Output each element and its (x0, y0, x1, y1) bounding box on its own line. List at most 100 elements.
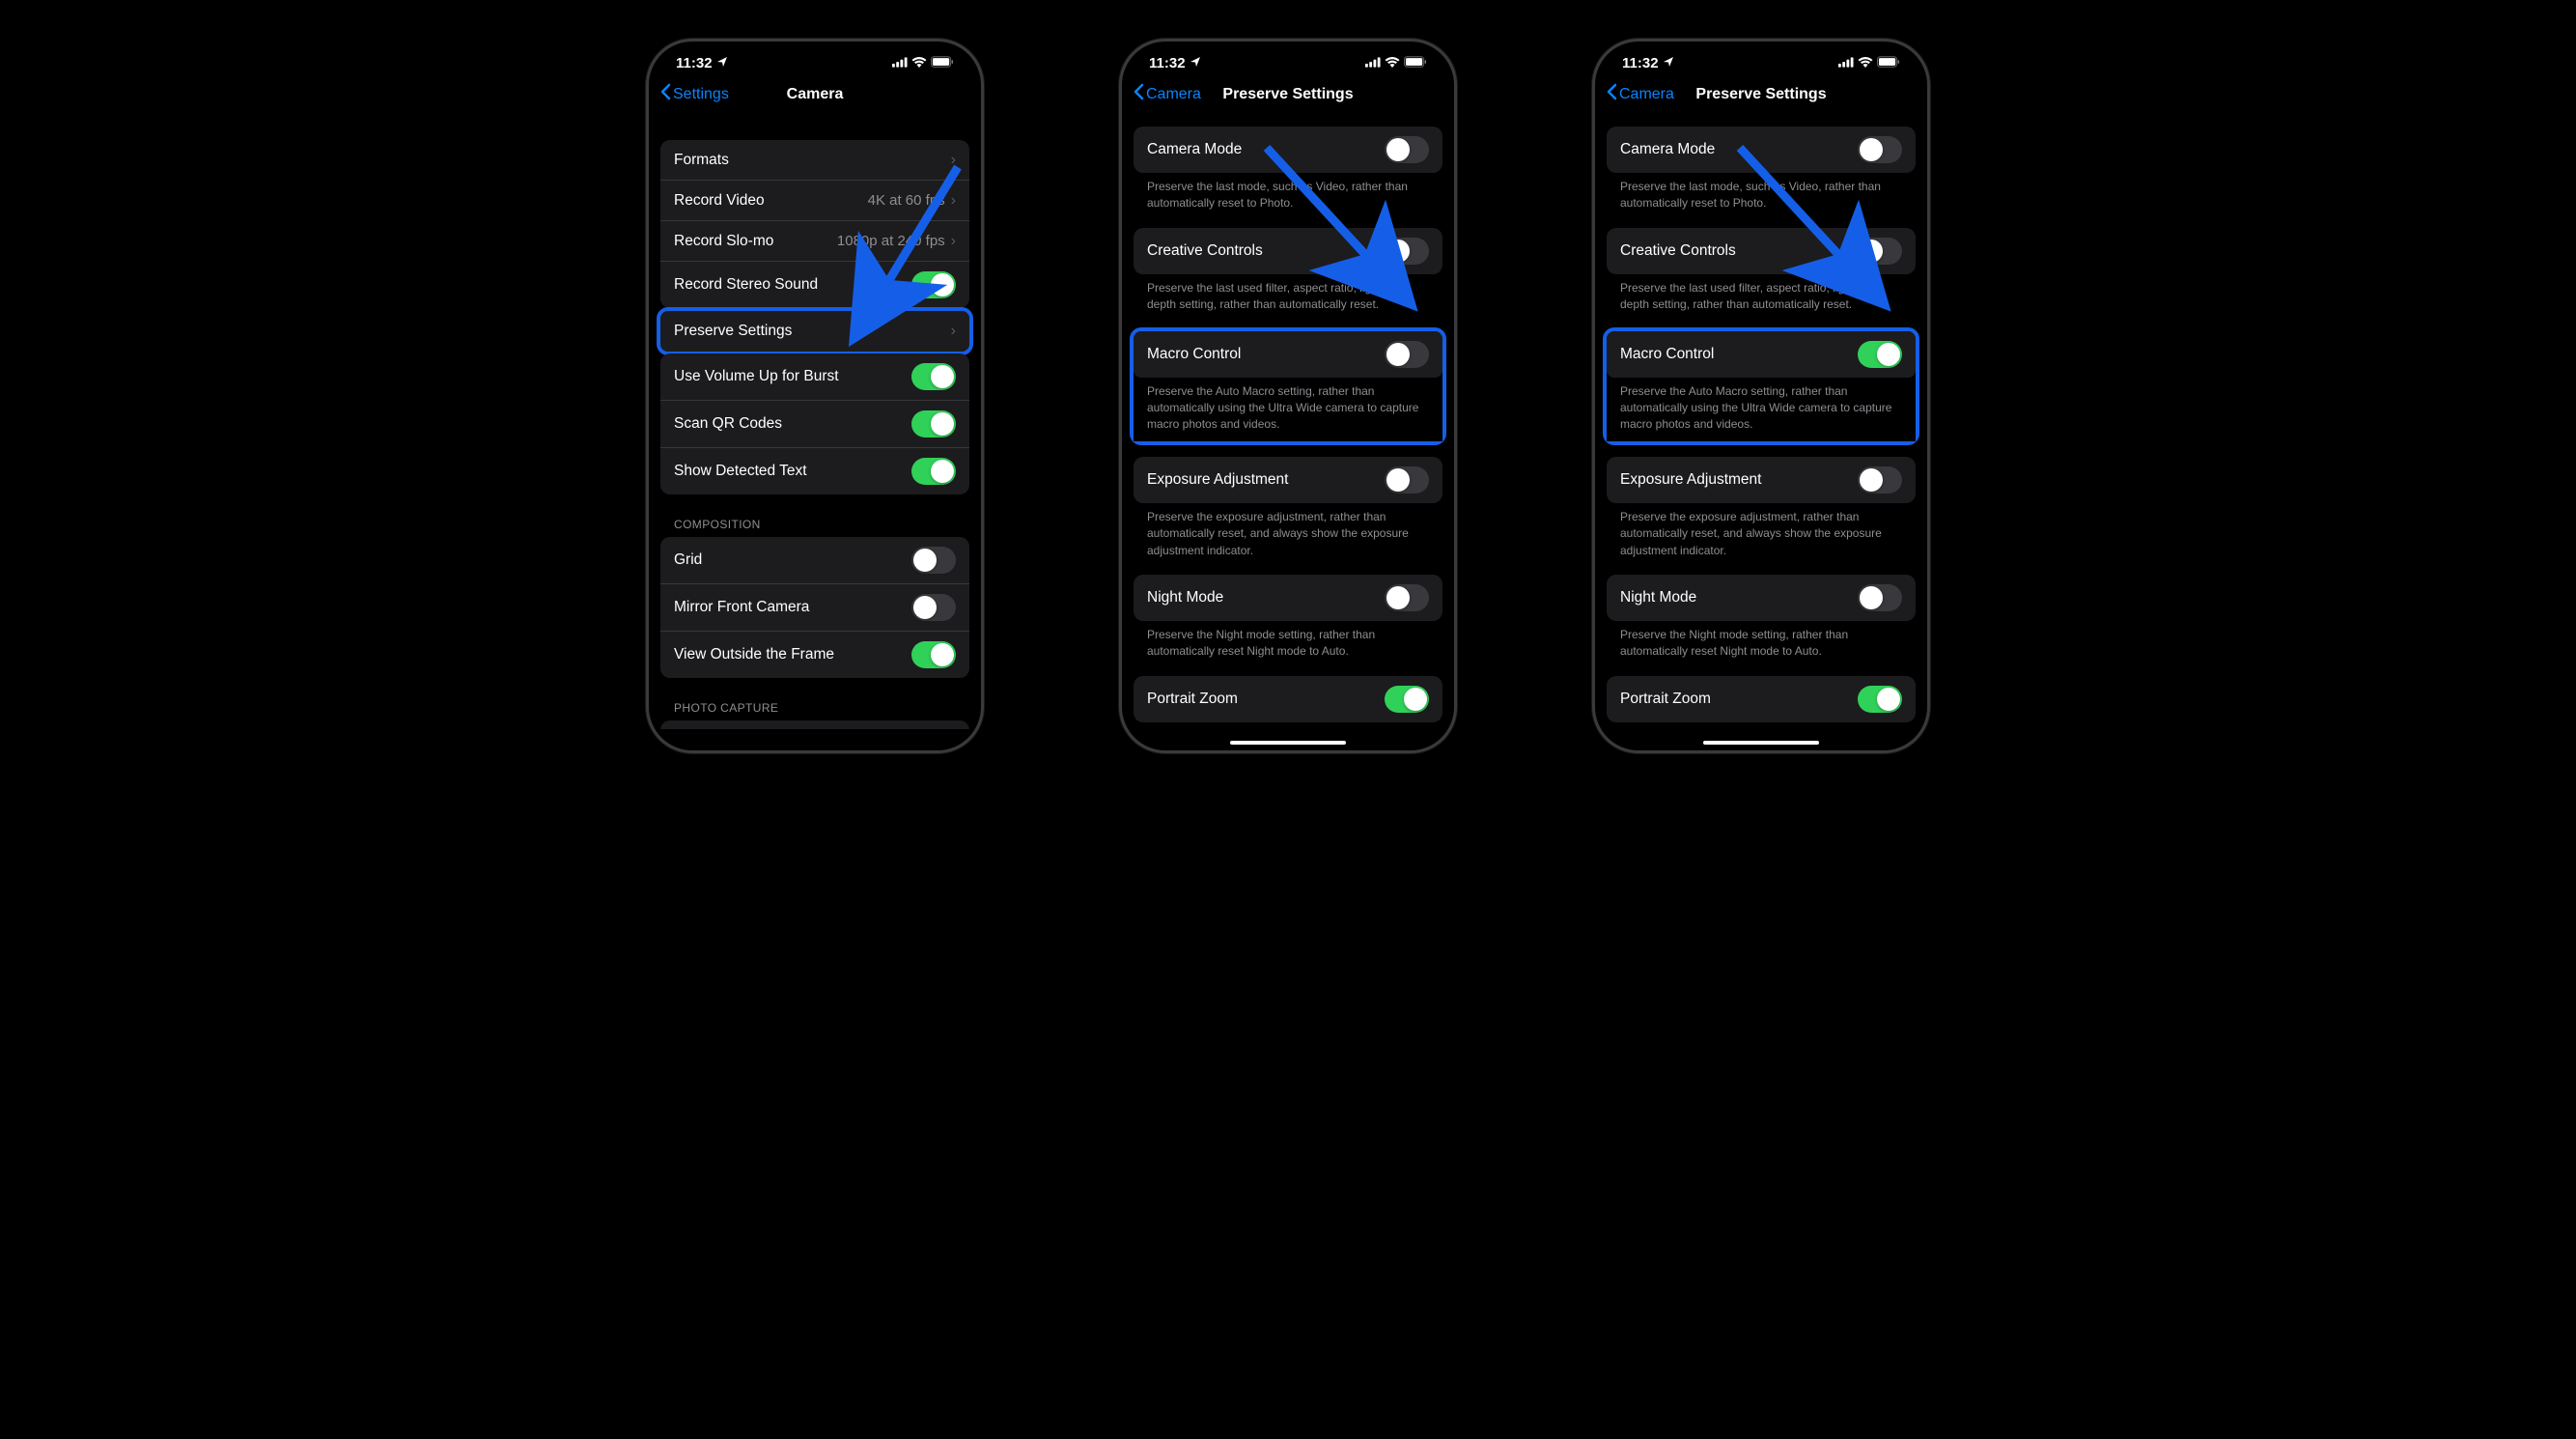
formats-label: Formats (674, 152, 729, 169)
camera-mode-toggle[interactable] (1858, 136, 1902, 163)
night-mode-section: Night Mode Preserve the Night mode setti… (1134, 575, 1442, 661)
camera-mode-section: Camera Mode Preserve the last mode, such… (1134, 127, 1442, 212)
view-outside-label: View Outside the Frame (674, 646, 834, 663)
exposure-toggle[interactable] (1385, 466, 1429, 494)
content-area[interactable]: Formats › Record Video 4K at 60 fps › Re… (649, 117, 981, 729)
creative-controls-row: Creative Controls (1134, 228, 1442, 274)
portrait-toggle[interactable] (1385, 686, 1429, 713)
page-title: Camera (787, 86, 844, 103)
content-area[interactable]: Camera Mode Preserve the last mode, such… (1595, 117, 1927, 729)
night-label: Night Mode (1147, 589, 1223, 607)
volume-burst-toggle[interactable] (911, 363, 956, 390)
back-button[interactable]: Camera (1134, 83, 1201, 105)
stereo-label: Record Stereo Sound (674, 276, 818, 294)
exposure-section: Exposure Adjustment Preserve the exposur… (1607, 457, 1916, 559)
formats-row[interactable]: Formats › (660, 140, 969, 181)
view-outside-toggle[interactable] (911, 641, 956, 668)
record-slomo-value: 1080p at 240 fps (837, 233, 945, 249)
home-indicator[interactable] (1230, 741, 1346, 745)
creative-desc: Preserve the last used filter, aspect ra… (1134, 274, 1442, 314)
macro-toggle[interactable] (1858, 341, 1902, 368)
chevron-left-icon (660, 83, 671, 105)
night-desc: Preserve the Night mode setting, rather … (1607, 621, 1916, 661)
mirror-toggle[interactable] (911, 594, 956, 621)
page-title: Preserve Settings (1222, 86, 1353, 103)
camera-mode-desc: Preserve the last mode, such as Video, r… (1607, 173, 1916, 212)
chevron-right-icon: › (951, 233, 956, 250)
camera-options-group: Formats › Record Video 4K at 60 fps › Re… (660, 140, 969, 308)
camera-mode-toggle[interactable] (1385, 136, 1429, 163)
volume-burst-row: Use Volume Up for Burst (660, 353, 969, 401)
portrait-zoom-row: Portrait Zoom (1607, 676, 1916, 722)
stereo-toggle[interactable] (911, 271, 956, 298)
preserve-settings-row[interactable]: Preserve Settings › (660, 311, 969, 352)
back-label: Settings (673, 86, 729, 103)
status-time: 11:32 (1149, 55, 1186, 71)
grid-toggle[interactable] (911, 547, 956, 574)
battery-icon (1404, 55, 1427, 71)
preserve-label: Preserve Settings (674, 323, 792, 340)
scan-qr-toggle[interactable] (911, 410, 956, 437)
creative-controls-section: Creative Controls Preserve the last used… (1607, 228, 1916, 314)
battery-icon (931, 55, 954, 71)
exposure-row: Exposure Adjustment (1607, 457, 1916, 503)
portrait-zoom-section: Portrait Zoom Preserve the Portrait mode… (1134, 676, 1442, 729)
record-slomo-row[interactable]: Record Slo-mo 1080p at 240 fps › (660, 221, 969, 262)
preserve-settings-highlight: Preserve Settings › (657, 307, 973, 355)
scan-qr-label: Scan QR Codes (674, 415, 782, 433)
photo-capture-header: PHOTO CAPTURE (660, 701, 969, 720)
record-video-label: Record Video (674, 192, 765, 210)
exposure-row: Exposure Adjustment (1134, 457, 1442, 503)
back-button[interactable]: Camera (1607, 83, 1674, 105)
night-desc: Preserve the Night mode setting, rather … (1134, 621, 1442, 661)
night-label: Night Mode (1620, 589, 1696, 607)
detected-text-label: Show Detected Text (674, 463, 807, 480)
macro-label: Macro Control (1620, 346, 1714, 363)
night-mode-row: Night Mode (1607, 575, 1916, 621)
camera-mode-label: Camera Mode (1147, 141, 1242, 158)
location-icon (1190, 55, 1201, 71)
detected-text-row: Show Detected Text (660, 448, 969, 494)
battery-icon (1877, 55, 1900, 71)
portrait-toggle[interactable] (1858, 686, 1902, 713)
chevron-right-icon: › (951, 323, 956, 340)
volume-burst-label: Use Volume Up for Burst (674, 368, 839, 385)
wifi-icon (1858, 55, 1873, 71)
grid-label: Grid (674, 551, 702, 569)
exposure-desc: Preserve the exposure adjustment, rather… (1607, 503, 1916, 559)
view-outside-row: View Outside the Frame (660, 632, 969, 678)
creative-toggle[interactable] (1385, 238, 1429, 265)
camera-mode-row: Camera Mode (1134, 127, 1442, 173)
macro-toggle[interactable] (1385, 341, 1429, 368)
phone-preserve-settings-on: 11:32 Camera Preserve Settings Camera Mo… (1592, 39, 1930, 753)
camera-mode-label: Camera Mode (1620, 141, 1715, 158)
home-indicator[interactable] (1703, 741, 1819, 745)
back-label: Camera (1146, 86, 1201, 103)
record-video-row[interactable]: Record Video 4K at 60 fps › (660, 181, 969, 221)
night-mode-row: Night Mode (1134, 575, 1442, 621)
page-title: Preserve Settings (1695, 86, 1826, 103)
night-toggle[interactable] (1385, 584, 1429, 611)
composition-header: COMPOSITION (660, 518, 969, 537)
notch (1698, 42, 1824, 67)
portrait-desc: Preserve the Portrait mode zoom rather t… (1607, 722, 1916, 729)
back-button[interactable]: Settings (660, 83, 729, 105)
mirror-label: Mirror Front Camera (674, 599, 809, 616)
creative-toggle[interactable] (1858, 238, 1902, 265)
signal-icon (1838, 55, 1854, 71)
phone-camera-settings: 11:32 Settings Camera Formats › (646, 39, 984, 753)
macro-desc: Preserve the Auto Macro setting, rather … (1134, 378, 1442, 441)
mirror-row: Mirror Front Camera (660, 584, 969, 632)
back-label: Camera (1619, 86, 1674, 103)
night-toggle[interactable] (1858, 584, 1902, 611)
grid-row: Grid (660, 537, 969, 584)
location-icon (716, 55, 728, 71)
content-area[interactable]: Camera Mode Preserve the last mode, such… (1122, 117, 1454, 729)
photographic-styles-row[interactable]: Photographic Styles (660, 720, 969, 729)
scan-qr-row: Scan QR Codes (660, 401, 969, 448)
status-time: 11:32 (1622, 55, 1659, 71)
status-time: 11:32 (676, 55, 713, 71)
macro-control-highlight: Macro Control Preserve the Auto Macro se… (1130, 327, 1446, 445)
detected-text-toggle[interactable] (911, 458, 956, 485)
exposure-toggle[interactable] (1858, 466, 1902, 494)
